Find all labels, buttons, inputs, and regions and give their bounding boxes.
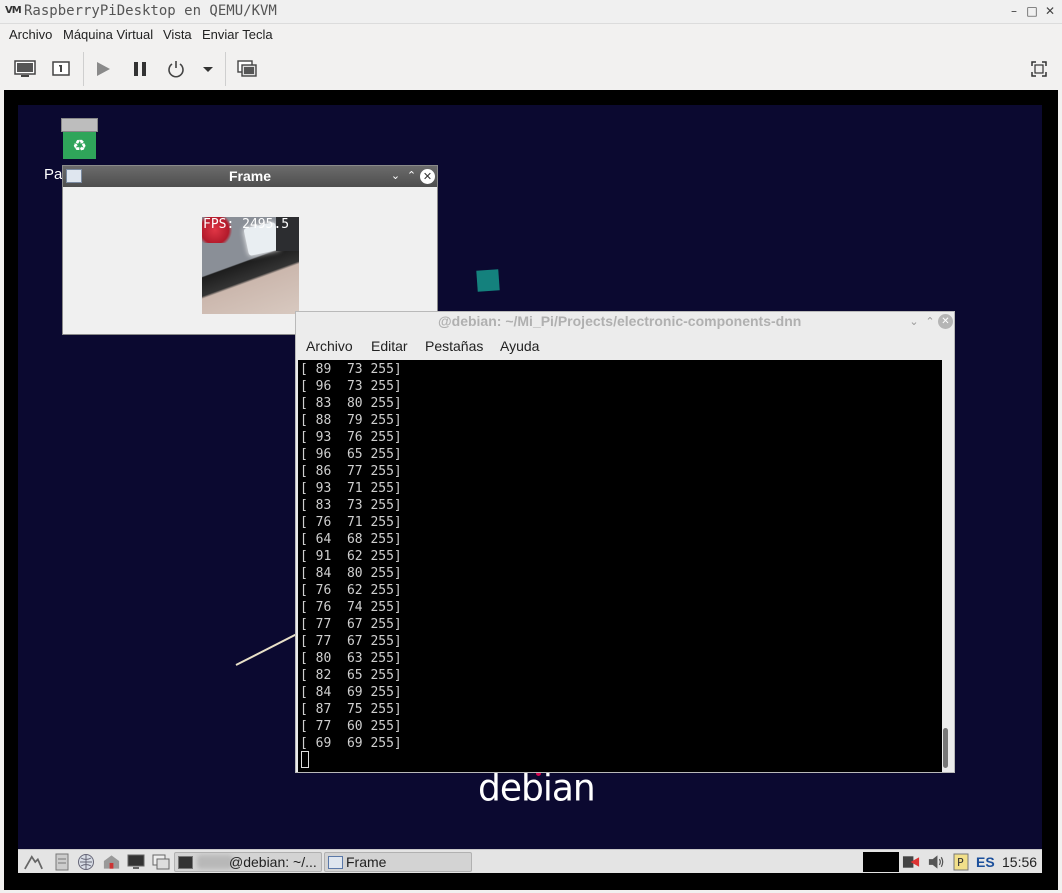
terminal-line: [ 76 74 255] [300,600,402,615]
task-terminal-label: @debian: ~/... [229,854,317,870]
close-icon[interactable]: ✕ [420,169,435,184]
window-icon [328,856,343,869]
host-toolbar [0,48,1062,90]
terminal-titlebar[interactable]: @debian: ~/Mi_Pi/Projects/electronic-com… [296,312,954,332]
terminal-line: [ 77 67 255] [300,634,402,649]
language-indicator[interactable]: ES [976,854,995,870]
virt-manager-logo-icon: VM [5,5,22,16]
terminal-line: [ 82 65 255] [300,668,402,683]
terminal-menu-ayuda[interactable]: Ayuda [500,338,539,354]
terminal-line: [ 84 80 255] [300,566,402,581]
camera-frame-image: FPS: 2495.5 [202,217,299,314]
file-manager-icon[interactable] [52,853,71,871]
menu-enviar-tecla[interactable]: Enviar Tecla [202,27,273,42]
toolbar-separator [225,52,226,86]
terminal-line: [ 93 71 255] [300,481,402,496]
host-window-title: RaspberryPiDesktop en QEMU/KVM [24,3,277,19]
terminal-window[interactable]: @debian: ~/Mi_Pi/Projects/electronic-com… [295,311,955,773]
clock[interactable]: 15:56 [1002,854,1037,870]
svg-text:P: P [957,856,964,869]
trash-lid [61,118,98,132]
terminal-line: [ 89 73 255] [300,362,402,377]
cpu-monitor [863,852,899,872]
maximize-icon[interactable]: ⌃ [923,314,937,330]
task-frame[interactable]: Frame [324,852,472,872]
terminal-line: [ 76 62 255] [300,583,402,598]
maximize-icon[interactable]: ⌃ [404,168,419,184]
terminal-line: [ 91 62 255] [300,549,402,564]
terminal-line: [ 64 68 255] [300,532,402,547]
frame-window[interactable]: Frame ⌄ ⌃ ✕ FPS: 2495.5 [62,165,438,335]
fps-overlay: FPS: 2495.5 [203,217,290,232]
terminal-window-title: @debian: ~/Mi_Pi/Projects/electronic-com… [438,313,802,329]
minimize-icon[interactable]: ⌄ [907,314,921,330]
minimize-button[interactable]: – [1006,3,1022,19]
terminal-line: [ 76 71 255] [300,515,402,530]
terminal-line: [ 87 75 255] [300,702,402,717]
terminal-scrollbar[interactable] [942,360,950,772]
terminal-line: [ 96 73 255] [300,379,402,394]
show-desktop-icon[interactable] [151,853,170,871]
wallpaper-cube [476,269,500,292]
close-icon[interactable]: ✕ [938,314,953,329]
browser-icon[interactable] [76,853,95,871]
eject-icon[interactable] [902,853,921,871]
terminal-line: [ 80 63 255] [300,651,402,666]
recycle-icon: ♻ [63,132,96,159]
menu-maquina-virtual[interactable]: Máquina Virtual [63,27,153,42]
terminal-line: [ 77 67 255] [300,617,402,632]
terminal-cursor [301,751,309,768]
menu-vista[interactable]: Vista [163,27,192,42]
terminal-line: [ 84 69 255] [300,685,402,700]
redacted-username [197,855,233,869]
terminal-icon [178,856,193,869]
play-icon[interactable] [91,57,115,81]
menu-launcher-icon[interactable] [24,853,43,871]
close-button[interactable]: ✕ [1042,3,1058,19]
task-frame-label: Frame [346,854,387,870]
toolbar-separator [83,52,84,86]
dropdown-icon[interactable] [196,57,220,81]
info-icon[interactable] [49,57,73,81]
minimize-icon[interactable]: ⌄ [388,168,403,184]
terminal-output[interactable]: [ 89 73 255] [ 96 73 255] [ 83 80 255] [ 88… [298,360,950,772]
frame-window-title: Frame [228,168,272,184]
terminal-line: [ 83 80 255] [300,396,402,411]
terminal-line: [ 96 65 255] [300,447,402,462]
terminal-lines: [ 89 73 255] [ 96 73 255] [ 83 80 255] [ 88… [300,361,402,752]
pause-icon[interactable] [128,57,152,81]
frame-titlebar[interactable]: Frame ⌄ ⌃ ✕ [63,166,437,187]
trash-label: Pa [44,166,63,183]
volume-icon[interactable] [927,853,946,871]
host-titlebar: VM RaspberryPiDesktop en QEMU/KVM – □ ✕ [0,0,1062,24]
keyboard-layout-icon[interactable]: P [951,853,970,871]
terminal-line: [ 69 69 255] [300,736,402,751]
terminal-menu-editar[interactable]: Editar [371,338,408,354]
fullscreen-icon[interactable] [1027,57,1051,81]
terminal-menu-archivo[interactable]: Archivo [306,338,353,354]
terminal-icon[interactable] [126,853,145,871]
screenshot-icon[interactable] [235,57,259,81]
terminal-line: [ 93 76 255] [300,430,402,445]
trash-icon[interactable]: ♻ [61,118,98,159]
maximize-button[interactable]: □ [1024,3,1040,19]
power-icon[interactable] [164,57,188,81]
terminal-menu-pestanas[interactable]: Pestañas [425,338,483,354]
host-menubar [0,24,1062,46]
terminal-menubar: Archivo Editar Pestañas Ayuda [296,336,954,358]
terminal-line: [ 77 60 255] [300,719,402,734]
task-terminal[interactable]: @debian: ~/... [174,852,322,872]
terminal-line: [ 83 73 255] [300,498,402,513]
scrollbar-thumb[interactable] [943,728,948,768]
terminal-line: [ 88 79 255] [300,413,402,428]
menu-archivo[interactable]: Archivo [9,27,52,42]
taskbar: @debian: ~/... Frame P ES 15:56 [18,849,1042,873]
games-icon[interactable] [102,853,121,871]
monitor-icon[interactable] [13,57,37,81]
terminal-line: [ 86 77 255] [300,464,402,479]
